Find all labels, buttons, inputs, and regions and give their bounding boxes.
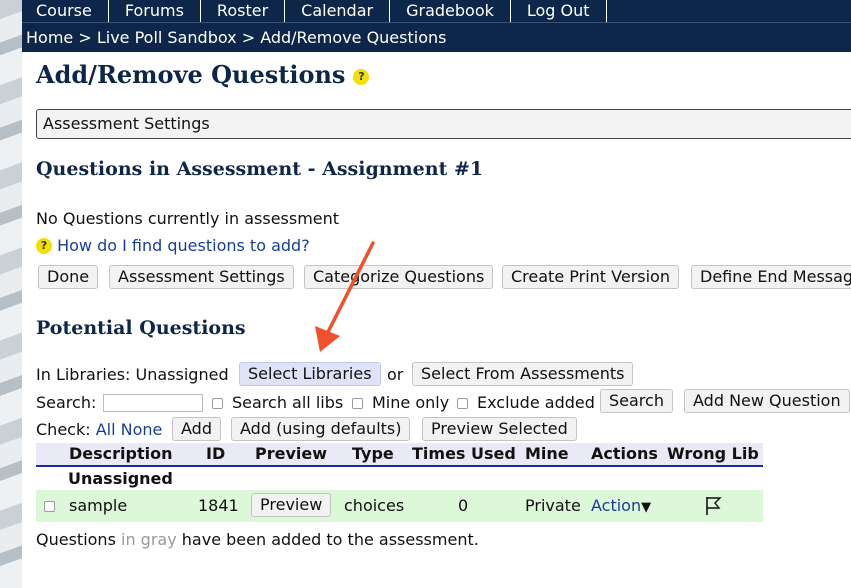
exclude-added-checkbox[interactable] — [457, 398, 468, 409]
assessment-settings-box[interactable]: Assessment Settings — [36, 109, 851, 139]
col-preview: Preview — [255, 444, 328, 463]
search-all-libs-checkbox[interactable] — [212, 398, 223, 409]
col-description[interactable]: Description — [69, 443, 172, 465]
search-label: Search: — [36, 393, 97, 412]
page: Course Forums Roster Calendar Gradebook … — [22, 0, 851, 588]
create-print-version-button[interactable]: Create Print Version — [502, 265, 679, 289]
help-icon: ? — [36, 238, 52, 254]
flag-icon[interactable] — [704, 495, 724, 517]
col-wrong-lib: Wrong Lib — [667, 444, 759, 463]
col-mine[interactable]: Mine — [525, 443, 569, 465]
no-questions-text: No Questions currently in assessment — [36, 209, 340, 228]
check-label: Check: — [36, 420, 91, 439]
table-row: sample 1841 Preview choices 0 Private Ac… — [36, 490, 763, 522]
footer-gray-text: in gray — [121, 530, 177, 549]
group-label: Unassigned — [68, 469, 173, 488]
mine-only-checkbox[interactable] — [352, 398, 363, 409]
row-checkbox[interactable] — [44, 501, 55, 512]
top-nav: Course Forums Roster Calendar Gradebook … — [22, 0, 851, 22]
col-actions: Actions — [591, 444, 658, 463]
row-id: 1841 — [198, 496, 239, 515]
nav-tab-forums[interactable]: Forums — [109, 0, 201, 22]
nav-tab-gradebook[interactable]: Gradebook — [390, 0, 511, 22]
background-pattern — [0, 0, 22, 588]
chevron-down-icon: ▼ — [641, 500, 652, 515]
questions-in-assessment-heading: Questions in Assessment - Assignment #1 — [36, 158, 484, 180]
define-end-message-button[interactable]: Define End Messag — [691, 265, 851, 289]
check-all-link[interactable]: All — [96, 420, 116, 439]
add-using-defaults-button[interactable]: Add (using defaults) — [231, 417, 411, 441]
col-type[interactable]: Type — [352, 443, 394, 465]
col-id[interactable]: ID — [206, 443, 225, 465]
help-icon[interactable]: ? — [353, 69, 370, 85]
page-title: Add/Remove Questions — [36, 60, 346, 89]
exclude-added-label: Exclude added — [477, 393, 595, 412]
add-button[interactable]: Add — [172, 417, 221, 441]
select-libraries-button[interactable]: Select Libraries — [239, 362, 381, 386]
or-text: or — [387, 365, 404, 384]
page-title-wrap: Add/Remove Questions? — [36, 60, 370, 89]
find-questions-help-link[interactable]: How do I find questions to add? — [57, 236, 310, 255]
nav-tab-roster[interactable]: Roster — [201, 0, 286, 22]
nav-tab-logout[interactable]: Log Out — [511, 0, 607, 22]
search-input[interactable] — [103, 394, 203, 412]
footer-note: Questions in gray have been added to the… — [36, 530, 479, 549]
nav-tab-course[interactable]: Course — [22, 0, 109, 22]
add-new-question-button[interactable]: Add New Question — [684, 389, 850, 413]
row-action-label: Action — [591, 496, 642, 515]
row-mine: Private — [525, 496, 581, 515]
row-description: sample — [69, 496, 128, 515]
preview-selected-button[interactable]: Preview Selected — [422, 417, 577, 441]
row-action-dropdown[interactable]: Action▼ — [591, 490, 651, 524]
check-none-link[interactable]: None — [121, 420, 163, 439]
search-all-libs-label: Search all libs — [232, 393, 344, 412]
nav-tab-calendar[interactable]: Calendar — [285, 0, 391, 22]
help-link-row: ? How do I find questions to add? — [36, 236, 310, 255]
row-times-used: 0 — [458, 496, 469, 515]
row-type: choices — [344, 496, 405, 515]
footer-prefix: Questions — [36, 530, 116, 549]
row-preview-button[interactable]: Preview — [251, 493, 332, 517]
table-header: Description ID Preview Type Times Used M… — [36, 443, 763, 467]
footer-suffix: have been added to the assessment. — [181, 530, 479, 549]
mine-only-label: Mine only — [372, 393, 450, 412]
done-button[interactable]: Done — [38, 265, 99, 289]
select-from-assessments-button[interactable]: Select From Assessments — [412, 362, 634, 386]
check-row: Check: All None — [36, 420, 162, 439]
search-button[interactable]: Search — [600, 389, 673, 413]
breadcrumb: Home > Live Poll Sandbox > Add/Remove Qu… — [22, 22, 851, 52]
potential-questions-heading: Potential Questions — [36, 317, 246, 339]
categorize-questions-button[interactable]: Categorize Questions — [304, 265, 494, 289]
assessment-settings-button[interactable]: Assessment Settings — [109, 265, 294, 289]
col-times-used[interactable]: Times Used — [412, 443, 516, 465]
libraries-label: In Libraries: Unassigned — [36, 365, 229, 384]
